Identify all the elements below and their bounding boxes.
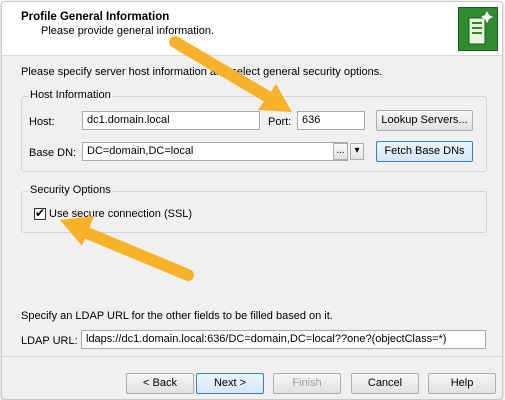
next-button[interactable]: Next >: [196, 373, 264, 394]
ssl-checkbox[interactable]: ✔: [34, 206, 46, 220]
page-subtitle: Please provide general information.: [41, 25, 215, 37]
help-button[interactable]: Help: [428, 373, 496, 394]
port-label: Port:: [268, 116, 292, 128]
host-input[interactable]: dc1.domain.local: [82, 111, 260, 130]
ldap-url-input[interactable]: ldaps://dc1.domain.local:636/DC=domain,D…: [81, 330, 486, 349]
fetch-base-dns-button[interactable]: Fetch Base DNs: [376, 141, 473, 162]
finish-button: Finish: [273, 373, 341, 394]
chevron-down-icon: ▾: [354, 145, 360, 156]
host-label: Host:: [29, 116, 55, 128]
security-options-label: Security Options: [28, 184, 113, 196]
base-dn-dropdown-button[interactable]: ▾: [350, 143, 364, 160]
ldap-url-label: LDAP URL:: [21, 335, 78, 347]
server-logo-icon: [458, 7, 498, 51]
ssl-label[interactable]: Use secure connection (SSL): [49, 208, 192, 220]
cancel-button[interactable]: Cancel: [351, 373, 419, 394]
checkmark-icon: ✔: [35, 206, 46, 220]
dialog-window: Profile General Information Please provi…: [1, 1, 503, 400]
host-information-label: Host Information: [28, 89, 113, 101]
wizard-header: Profile General Information Please provi…: [2, 2, 502, 56]
base-dn-label: Base DN:: [29, 147, 77, 159]
intro-text: Please specify server host information a…: [21, 66, 383, 78]
ldap-hint: Specify an LDAP URL for the other fields…: [21, 310, 333, 322]
back-button[interactable]: < Back: [126, 373, 194, 394]
page-title: Profile General Information: [21, 11, 170, 23]
base-dn-browse-button[interactable]: ...: [333, 143, 348, 160]
base-dn-input[interactable]: DC=domain,DC=local: [82, 142, 348, 161]
lookup-servers-button[interactable]: Lookup Servers...: [376, 110, 473, 131]
footer-divider: [2, 356, 502, 357]
port-input[interactable]: 636: [297, 111, 365, 130]
